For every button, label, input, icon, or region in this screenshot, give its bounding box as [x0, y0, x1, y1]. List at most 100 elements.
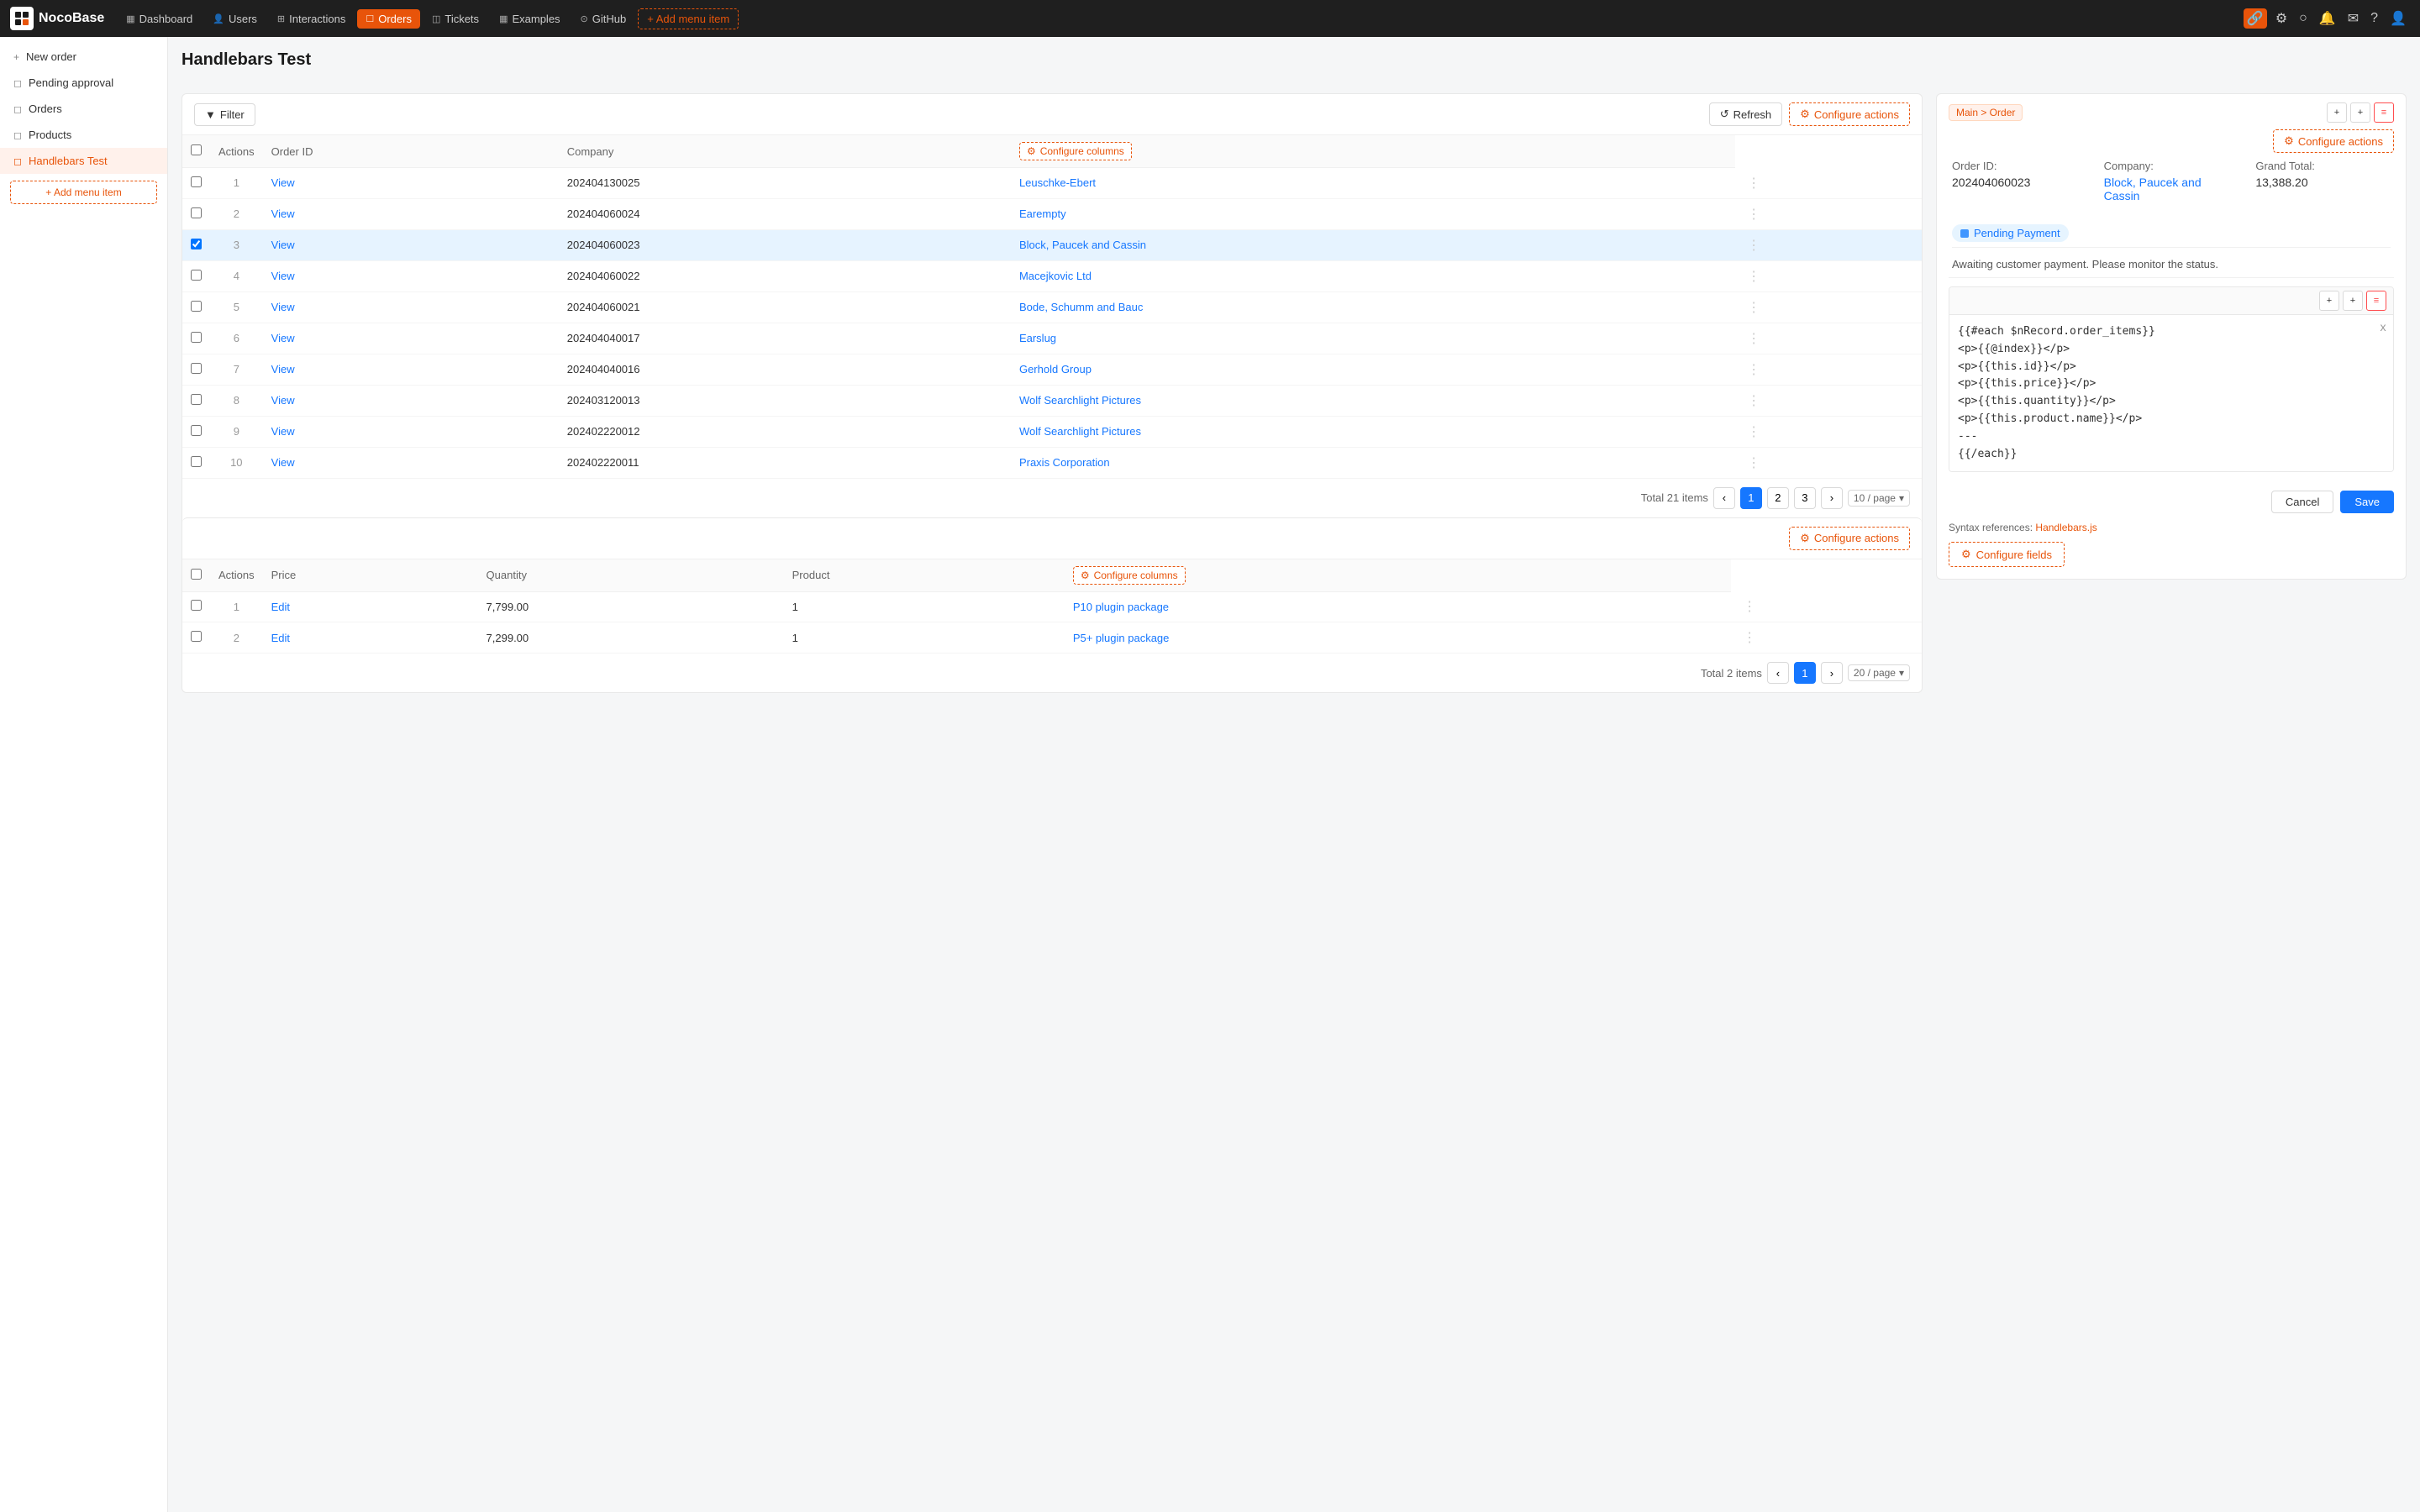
product-link[interactable]: P5+ plugin package	[1073, 632, 1170, 644]
configure-columns-button[interactable]: ⚙ Configure columns	[1019, 142, 1132, 160]
nav-mail-icon[interactable]: ✉	[2344, 7, 2362, 30]
drag-handle[interactable]: ⋮	[1744, 363, 1764, 377]
select-all-checkbox[interactable]	[191, 144, 202, 155]
nav-interactions[interactable]: ⊞ Interactions	[269, 9, 354, 29]
filter-button[interactable]: ▼ Filter	[194, 103, 255, 126]
sidebar-add-menu-button[interactable]: + Add menu item	[10, 181, 157, 204]
row-checkbox[interactable]	[191, 394, 202, 405]
hb-menu-icon[interactable]: ≡	[2366, 291, 2386, 311]
nav-plugin-icon[interactable]: 🔗	[2244, 8, 2267, 29]
sub-per-page-select[interactable]: 20 / page ▾	[1848, 664, 1910, 681]
sub-prev-page-button[interactable]: ‹	[1767, 662, 1789, 684]
company-link[interactable]: Leuschke-Ebert	[1019, 176, 1096, 189]
view-link[interactable]: View	[271, 270, 295, 282]
drag-handle[interactable]: ⋮	[1744, 301, 1764, 315]
sub-row-checkbox[interactable]	[191, 600, 202, 611]
view-link[interactable]: View	[271, 425, 295, 438]
detail-add-icon-1[interactable]: +	[2327, 102, 2347, 123]
row-checkbox[interactable]	[191, 363, 202, 374]
app-logo[interactable]: NocoBase	[10, 7, 104, 30]
hb-add-icon-1[interactable]: +	[2319, 291, 2339, 311]
row-checkbox[interactable]	[191, 456, 202, 467]
nav-orders[interactable]: ☐ Orders	[357, 9, 420, 29]
company-link[interactable]: Earslug	[1019, 332, 1056, 344]
company-link[interactable]: Earempty	[1019, 207, 1066, 220]
detail-add-icon-2[interactable]: +	[2350, 102, 2370, 123]
prev-page-button[interactable]: ‹	[1713, 487, 1735, 509]
next-page-button[interactable]: ›	[1821, 487, 1843, 509]
nav-settings-icon[interactable]: ⚙	[2272, 7, 2291, 30]
nav-github[interactable]: ⊙ GitHub	[572, 9, 635, 29]
sidebar-item-handlebars-test[interactable]: ◻ Handlebars Test	[0, 148, 167, 174]
drag-handle[interactable]: ⋮	[1744, 456, 1764, 470]
sub-configure-actions-button[interactable]: ⚙ Configure actions	[1789, 527, 1910, 550]
edit-link[interactable]: Edit	[271, 632, 290, 644]
sidebar-item-orders[interactable]: ◻ Orders	[0, 96, 167, 122]
nav-add-menu-button[interactable]: + Add menu item	[638, 8, 739, 29]
hb-close-button[interactable]: x	[2380, 320, 2386, 338]
view-link[interactable]: View	[271, 207, 295, 220]
product-link[interactable]: P10 plugin package	[1073, 601, 1169, 613]
nav-examples[interactable]: ▦ Examples	[491, 9, 568, 29]
sidebar-item-new-order[interactable]: + New order	[0, 44, 167, 70]
drag-handle[interactable]: ⋮	[1744, 239, 1764, 253]
sub-row-checkbox[interactable]	[191, 631, 202, 642]
edit-link[interactable]: Edit	[271, 601, 290, 613]
sub-configure-columns-button[interactable]: ⚙ Configure columns	[1073, 566, 1186, 585]
sidebar-item-products[interactable]: ◻ Products	[0, 122, 167, 148]
configure-fields-button[interactable]: ⚙ Configure fields	[1949, 542, 2065, 567]
view-link[interactable]: View	[271, 239, 295, 251]
row-checkbox[interactable]	[191, 176, 202, 187]
drag-handle[interactable]: ⋮	[1744, 176, 1764, 191]
cancel-button[interactable]: Cancel	[2271, 491, 2333, 513]
drag-handle[interactable]: ⋮	[1744, 207, 1764, 222]
nav-question-icon[interactable]: ?	[2367, 8, 2381, 29]
drag-handle[interactable]: ⋮	[1744, 425, 1764, 439]
nav-user-icon[interactable]: 👤	[2386, 7, 2410, 30]
company-link[interactable]: Macejkovic Ltd	[1019, 270, 1092, 282]
handlebars-link[interactable]: Handlebars.js	[2035, 522, 2096, 533]
detail-configure-actions-button[interactable]: ⚙ Configure actions	[2273, 129, 2394, 153]
page-3-button[interactable]: 3	[1794, 487, 1816, 509]
configure-actions-button[interactable]: ⚙ Configure actions	[1789, 102, 1910, 126]
view-link[interactable]: View	[271, 176, 295, 189]
company-link[interactable]: Wolf Searchlight Pictures	[1019, 425, 1141, 438]
row-checkbox[interactable]	[191, 301, 202, 312]
view-link[interactable]: View	[271, 363, 295, 375]
sub-next-page-button[interactable]: ›	[1821, 662, 1843, 684]
handlebars-editor[interactable]: x {{#each $nRecord.order_items}} <p>{{@i…	[1949, 315, 2393, 471]
nav-users[interactable]: 👤 Users	[204, 9, 266, 29]
sub-page-1-button[interactable]: 1	[1794, 662, 1816, 684]
drag-handle[interactable]: ⋮	[1744, 394, 1764, 408]
nav-help-icon[interactable]: ○	[2296, 8, 2311, 29]
save-button[interactable]: Save	[2340, 491, 2394, 513]
sub-select-all-checkbox[interactable]	[191, 569, 202, 580]
view-link[interactable]: View	[271, 332, 295, 344]
row-checkbox[interactable]	[191, 332, 202, 343]
row-checkbox[interactable]	[191, 207, 202, 218]
view-link[interactable]: View	[271, 456, 295, 469]
nav-tickets[interactable]: ◫ Tickets	[424, 9, 487, 29]
row-checkbox[interactable]	[191, 239, 202, 249]
view-link[interactable]: View	[271, 301, 295, 313]
nav-dashboard[interactable]: ▦ Dashboard	[118, 9, 201, 29]
company-link[interactable]: Gerhold Group	[1019, 363, 1092, 375]
sub-drag-handle[interactable]: ⋮	[1739, 600, 1760, 614]
row-checkbox[interactable]	[191, 270, 202, 281]
page-2-button[interactable]: 2	[1767, 487, 1789, 509]
company-value[interactable]: Block, Paucek and Cassin	[2104, 176, 2239, 202]
drag-handle[interactable]: ⋮	[1744, 332, 1764, 346]
refresh-button[interactable]: ↺ Refresh	[1709, 102, 1782, 126]
company-link[interactable]: Praxis Corporation	[1019, 456, 1110, 469]
page-1-button[interactable]: 1	[1740, 487, 1762, 509]
nav-notification-icon[interactable]: 🔔	[2316, 7, 2339, 30]
sidebar-item-pending-approval[interactable]: ◻ Pending approval	[0, 70, 167, 96]
per-page-select[interactable]: 10 / page ▾	[1848, 490, 1910, 507]
hb-add-icon-2[interactable]: +	[2343, 291, 2363, 311]
sub-drag-handle[interactable]: ⋮	[1739, 631, 1760, 645]
company-link[interactable]: Bode, Schumm and Bauc	[1019, 301, 1143, 313]
detail-menu-icon[interactable]: ≡	[2374, 102, 2394, 123]
company-link[interactable]: Wolf Searchlight Pictures	[1019, 394, 1141, 407]
company-link[interactable]: Block, Paucek and Cassin	[1019, 239, 1146, 251]
drag-handle[interactable]: ⋮	[1744, 270, 1764, 284]
